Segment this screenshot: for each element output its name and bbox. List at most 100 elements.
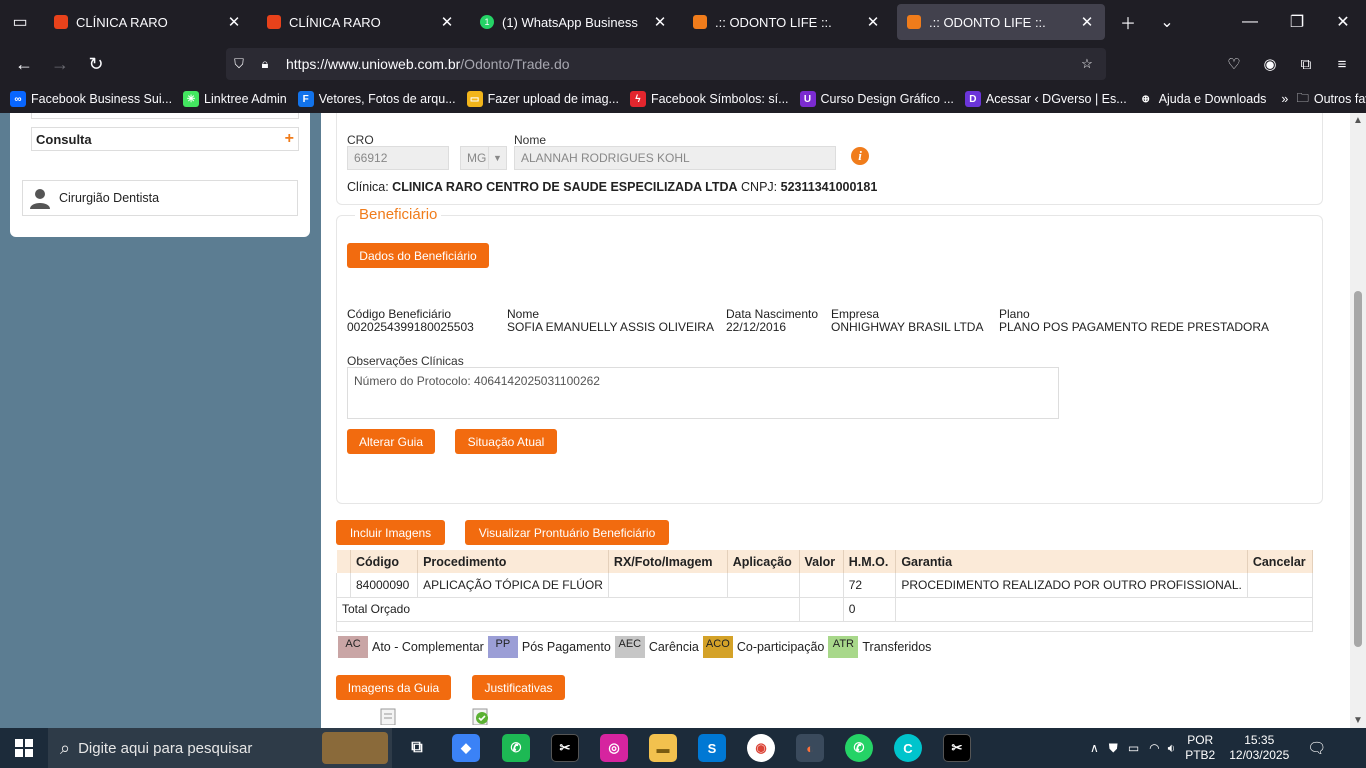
check-document-icon[interactable] [470,707,492,725]
dados-beneficiario-button[interactable]: Dados do Beneficiário [347,243,489,268]
situacao-atual-button[interactable]: Situação Atual [455,429,557,454]
document-icon[interactable] [377,707,399,725]
legend-row: AC Ato - Complementar PP Pós Pagamento AEC Ca… [338,636,935,658]
legend-label: Co-participação [736,640,825,654]
back-button[interactable]: ← [10,50,38,78]
chrome-icon[interactable]: ◉ [747,734,775,762]
volume-icon[interactable]: 🔉︎ [1168,741,1176,756]
bookmark-icon: F [297,91,314,107]
capcut-icon[interactable]: ✂ [551,734,579,762]
scroll-down-icon[interactable]: ▼ [1350,715,1366,726]
profile-card: Cirurgião Dentista [22,180,298,216]
extensions-icon[interactable]: ⧉ [1292,50,1320,78]
consulta-label: Consulta [36,131,92,147]
capcut-2-icon[interactable]: ✂ [943,734,971,762]
tab-close-icon[interactable]: ✕ [865,13,881,31]
cnpj-value: 52311341000181 [780,180,878,194]
bookmark-item[interactable]: ϟ Facebook Símbolos: sí... [629,91,789,107]
total-row: Total Orçado 0 [336,597,1313,622]
clinica-line: Clínica: CLINICA RARO CENTRO DE SAUDE ES… [347,180,878,194]
tab-favicon-icon: 1 [480,15,494,29]
new-tab-button[interactable]: ＋ [1112,6,1144,38]
shield-icon[interactable]: ⛉ [226,56,252,72]
tab-close-icon[interactable]: ✕ [1079,13,1095,31]
copilot-icon[interactable]: ◆ [452,734,480,762]
clock[interactable]: 15:35 12/03/2025 [1229,733,1289,763]
tab-close-icon[interactable]: ✕ [652,13,668,31]
account-icon[interactable]: ◉ [1256,50,1284,78]
whatsapp-icon[interactable]: ✆ [845,734,873,762]
bookmark-label: Fazer upload de imag... [487,92,619,106]
start-button[interactable] [0,728,48,768]
url-bar[interactable]: ⛉ 🔒︎ https://www.unioweb.com.br/Odonto/T… [226,48,1106,80]
bookmark-item[interactable]: ▭ Fazer upload de imag... [466,91,619,107]
visualizar-prontuario-button[interactable]: Visualizar Prontuário Beneficiário [465,520,669,545]
bookmark-item[interactable]: ∞ Facebook Business Sui... [10,91,172,107]
tab-list-icon[interactable]: ▭ [8,10,32,34]
file-explorer-icon[interactable]: ▬ [649,734,677,762]
forward-button[interactable]: → [46,50,74,78]
browser-tab[interactable]: CLÍNICA RARO ✕ [44,4,252,40]
column-header: Cancelar [1247,550,1314,573]
language-indicator[interactable]: POR PTB2 [1185,733,1215,763]
info-icon[interactable]: i [851,147,869,165]
alterar-guia-button[interactable]: Alterar Guia [347,429,435,454]
wifi-icon[interactable]: ◠ [1149,741,1159,755]
system-tray: ∧ ⛊ ▭ ◠ 🔉︎ POR PTB2 15:35 12/03/2025 🗨︎ [1090,728,1326,768]
bookmark-icon: ϟ [629,91,646,107]
bookmark-item[interactable]: F Vetores, Fotos de arqu... [297,91,456,107]
firefox-icon[interactable]: ◐ [796,734,824,762]
page-scrollbar[interactable]: ▲ ▼ [1350,113,1366,728]
imagens-guia-button[interactable]: Imagens da Guia [336,675,451,700]
obs-textarea[interactable]: Número do Protocolo: 4064142025031100262 [347,367,1059,419]
bookmark-label: Vetores, Fotos de arqu... [318,92,456,106]
bookmark-label: Facebook Símbolos: sí... [650,92,789,106]
menu-consulta[interactable]: Consulta + [31,127,299,151]
taskbar-search[interactable]: ⌕ Digite aqui para pesquisar [48,728,392,768]
scroll-thumb[interactable] [1354,291,1362,647]
instagram-icon[interactable]: ◎ [600,734,628,762]
legend-chip: AC [338,636,368,658]
restore-button[interactable]: ❐ [1281,6,1313,38]
notifications-icon[interactable]: 🗨︎ [1307,739,1326,757]
close-window-button[interactable]: ✕ [1327,6,1359,38]
justificativas-button[interactable]: Justificativas [472,675,565,700]
bookmark-item[interactable]: ✳ Linktree Admin [183,91,287,107]
expand-plus-icon[interactable]: + [285,130,294,148]
browser-tab[interactable]: .:: ODONTO LIFE ::. ✕ [897,4,1105,40]
bookmarks-overflow-icon[interactable]: » [1281,92,1288,106]
tab-close-icon[interactable]: ✕ [226,13,242,31]
bookmark-item[interactable]: U Curso Design Gráfico ... [799,91,954,107]
profile-label: Cirurgião Dentista [59,191,160,205]
canva-icon[interactable]: C [894,734,922,762]
total-label: Total Orçado [336,597,800,622]
incluir-imagens-button[interactable]: Incluir Imagens [336,520,445,545]
browser-tab[interactable]: 1 (1) WhatsApp Business ✕ [470,4,678,40]
bookmark-star-icon[interactable]: ☆ [1074,56,1100,72]
browser-tab[interactable]: .:: ODONTO LIFE ::. ✕ [683,4,891,40]
pocket-icon[interactable]: ♡ [1220,50,1248,78]
menu-icon[interactable]: ≡ [1328,50,1356,78]
table-row[interactable]: 84000090 APLICAÇÃO TÓPICA DE FLÚOR 72 PROCE… [336,573,1314,598]
search-icon: ⌕ [60,737,71,758]
bookmark-item[interactable]: D Acessar ‹ DGverso | Es... [964,91,1127,107]
search-placeholder: Digite aqui para pesquisar [78,739,253,757]
other-bookmarks[interactable]: 🗀︎Outros favoritos [1296,89,1366,110]
table-cell: PROCEDIMENTO REALIZADO POR OUTRO PROFISS… [895,573,1248,598]
battery-icon[interactable]: ▭ [1128,741,1139,755]
tray-chevron-icon[interactable]: ∧ [1090,741,1099,755]
bookmark-icon: U [799,91,816,107]
tab-close-icon[interactable]: ✕ [439,13,455,31]
lock-icon[interactable]: 🔒︎ [252,56,278,72]
phone-app-icon[interactable]: ✆ [502,734,530,762]
bookmark-item[interactable]: ⊕ Ajuda e Downloads [1137,91,1266,107]
reload-button[interactable]: ↻ [82,50,110,78]
minimize-button[interactable]: — [1234,6,1266,38]
browser-tab[interactable]: CLÍNICA RARO ✕ [257,4,465,40]
scroll-up-icon[interactable]: ▲ [1350,115,1366,126]
task-view-icon[interactable]: ⧉ [403,734,431,762]
skype-icon[interactable]: S [698,734,726,762]
legend-chip: ATR [828,636,859,658]
list-tabs-chevron-icon[interactable]: ⌄ [1151,6,1183,38]
security-icon[interactable]: ⛊ [1109,741,1118,756]
